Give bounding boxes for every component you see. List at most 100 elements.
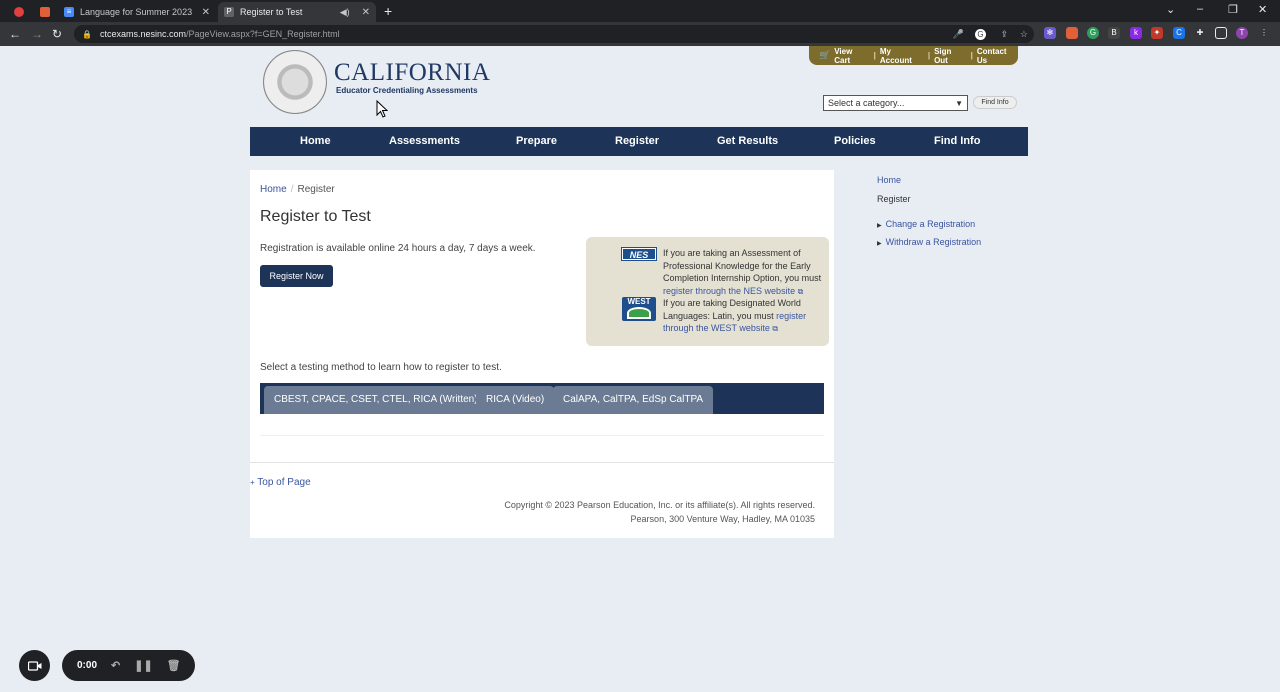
address-line: Pearson, 300 Venture Way, Hadley, MA 010… (630, 513, 815, 524)
grammarly-icon[interactable]: G (1087, 27, 1099, 39)
find-info-button[interactable]: Find Info (973, 96, 1017, 109)
chevron-down-icon: ▼ (955, 98, 963, 108)
tab-search-icon[interactable]: ⌄ (1166, 3, 1175, 16)
extension-icon[interactable]: ✦ (1151, 27, 1163, 39)
method-tabs: CBEST, CPACE, CSET, CTEL, RICA (Written)… (260, 383, 824, 414)
sign-out-link[interactable]: Sign Out (934, 47, 967, 65)
tab-title: Register to Test (240, 7, 303, 17)
separator: | (927, 51, 931, 60)
trash-icon[interactable]: 🗑 (167, 659, 181, 672)
nes-logo: NES (621, 247, 657, 261)
west-logo-text: WEST (627, 297, 651, 306)
breadcrumb-current: Register (297, 184, 335, 195)
close-icon[interactable]: ✕ (362, 7, 370, 18)
divider (250, 462, 834, 463)
window-close-icon[interactable]: ✕ (1258, 3, 1267, 16)
side-panel-icon[interactable] (1215, 27, 1227, 39)
breadcrumb: Home / Register (260, 184, 335, 195)
recording-icon (14, 7, 24, 17)
main-content: Home / Register Register to Test Registrat… (250, 170, 834, 538)
my-account-link[interactable]: My Account (880, 47, 924, 65)
browser-tab-bar: ≡ Language for Summer 2023 - Go ✕ P Regi… (0, 0, 1280, 22)
copyright-line: Copyright © 2023 Pearson Education, Inc.… (504, 500, 815, 510)
register-now-button[interactable]: Register Now (260, 265, 333, 287)
close-icon[interactable]: ✕ (202, 7, 210, 18)
app-icon (40, 7, 50, 17)
reload-icon[interactable]: ↻ (52, 27, 62, 41)
extension-icon[interactable]: ✻ (1044, 27, 1056, 39)
separator: | (873, 51, 876, 60)
nav-assessments[interactable]: Assessments (389, 135, 460, 147)
west-logo-emblem (627, 307, 651, 319)
menu-icon[interactable]: ⋮ (1258, 27, 1270, 39)
p-icon: P (224, 7, 234, 17)
tab-rica-video[interactable]: RICA (Video) (476, 386, 555, 414)
back-icon[interactable]: ← (9, 27, 21, 41)
external-link-icon: ⧉ (797, 286, 804, 296)
nes-website-link[interactable]: register through the NES website (663, 286, 795, 296)
brand-title[interactable]: California (334, 59, 490, 87)
top-of-page-link[interactable]: + Top of Page (250, 477, 311, 488)
info-box: NES If you are taking an Assessment of P… (586, 237, 829, 346)
forward-icon[interactable]: → (31, 27, 43, 41)
extension-icon[interactable]: C (1173, 27, 1185, 39)
tab-recording[interactable] (8, 2, 30, 22)
select-method-text: Select a testing method to learn how to … (260, 362, 502, 373)
video-camera-icon (27, 660, 41, 671)
pause-icon[interactable]: ❚❚ (134, 659, 152, 672)
utility-bar: 🛒 View Cart | My Account | Sign Out | Co… (809, 46, 1018, 65)
new-tab-button[interactable]: + (384, 3, 392, 19)
tab-register[interactable]: P Register to Test ◀) ✕ (218, 2, 376, 22)
breadcrumb-home[interactable]: Home (260, 184, 287, 195)
caret-right-icon: ▶ (877, 223, 882, 229)
nav-prepare[interactable]: Prepare (516, 135, 557, 147)
address-bar[interactable]: 🔒 ctcexams.nesinc.com/PageView.aspx?f=GE… (74, 25, 1034, 43)
tab-docs[interactable]: ≡ Language for Summer 2023 - Go ✕ (58, 2, 216, 22)
view-cart-link[interactable]: View Cart (834, 47, 869, 65)
star-icon[interactable]: ☆ (1020, 29, 1028, 40)
tab-app[interactable] (34, 2, 56, 22)
west-info-text: If you are taking Designated World Langu… (663, 297, 823, 336)
top-of-page-label: Top of Page (257, 477, 311, 488)
extension-icon[interactable] (1066, 27, 1078, 39)
minimize-icon[interactable]: – (1197, 3, 1203, 15)
mic-icon[interactable]: 🎤 (953, 29, 964, 40)
tab-title: Language for Summer 2023 - Go (80, 7, 192, 17)
browser-toolbar: ← → ↻ 🔒 ctcexams.nesinc.com/PageView.asp… (0, 22, 1280, 46)
url-path: /PageView.aspx?f=GEN_Register.html (186, 29, 340, 39)
camera-button[interactable] (19, 650, 50, 681)
sidebar-item-withdraw-registration[interactable]: ▶ Withdraw a Registration (877, 237, 981, 247)
nes-info-copy: If you are taking an Assessment of Profe… (663, 248, 822, 283)
external-link-icon: ⧉ (772, 324, 779, 333)
nav-register[interactable]: Register (615, 135, 659, 147)
sidebar-home-link[interactable]: Home (877, 175, 901, 185)
page-title: Register to Test (260, 208, 371, 225)
contact-us-link[interactable]: Contact Us (977, 47, 1018, 65)
nav-home[interactable]: Home (300, 135, 331, 147)
nav-get-results[interactable]: Get Results (717, 135, 778, 147)
recorder-controls: 0:00 ↶ ❚❚ 🗑 (62, 650, 195, 681)
sidebar-current: Register (877, 194, 911, 204)
speaker-icon[interactable]: ◀) (340, 7, 350, 18)
share-icon[interactable]: ⇪ (1000, 29, 1008, 40)
category-select[interactable]: Select a category... ▼ (823, 95, 968, 111)
tab-calapa-caltpa[interactable]: CalAPA, CalTPA, EdSp CalTPA (553, 386, 714, 414)
sidebar-item-change-registration[interactable]: ▶ Change a Registration (877, 219, 975, 229)
cart-icon[interactable]: 🛒 (819, 50, 830, 61)
profile-avatar[interactable]: T (1236, 27, 1248, 39)
sidebar-item-label: Withdraw a Registration (885, 237, 982, 247)
breadcrumb-separator: / (290, 184, 294, 195)
category-select-value: Select a category... (828, 98, 905, 108)
nav-find-info[interactable]: Find Info (934, 135, 980, 147)
undo-icon[interactable]: ↶ (111, 659, 120, 672)
west-logo: WEST (622, 297, 656, 321)
commission-seal-logo[interactable] (263, 50, 327, 114)
extension-icon[interactable]: k (1130, 27, 1142, 39)
nav-policies[interactable]: Policies (834, 135, 876, 147)
google-lens-icon[interactable]: G (975, 28, 986, 40)
restore-icon[interactable]: ❐ (1228, 3, 1238, 16)
tab-written[interactable]: CBEST, CPACE, CSET, CTEL, RICA (Written) (264, 386, 488, 414)
puzzle-icon[interactable]: ✚ (1194, 27, 1206, 39)
extension-icon[interactable]: B (1108, 27, 1120, 39)
url-host: ctcexams.nesinc.com (99, 29, 186, 39)
